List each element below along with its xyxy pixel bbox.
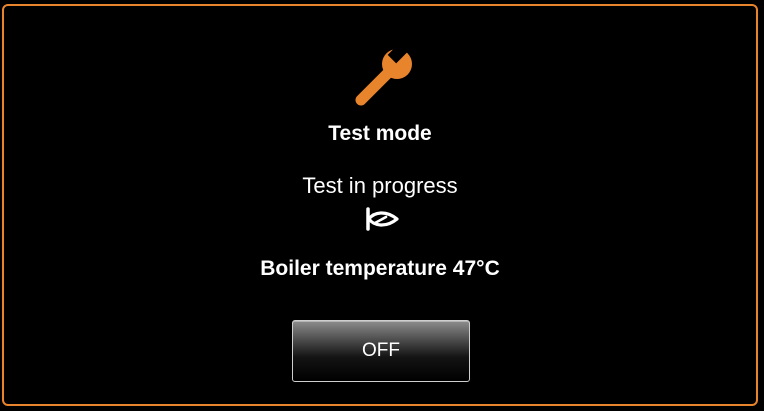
burner-flame-icon bbox=[366, 207, 399, 231]
status-text: Test in progress bbox=[302, 173, 458, 198]
dialog-title: Test mode bbox=[328, 122, 432, 145]
test-mode-dialog: Test mode Test in progress Boiler temper… bbox=[2, 4, 758, 406]
off-button-label: OFF bbox=[362, 340, 400, 361]
boiler-temperature: Boiler temperature 47°C bbox=[260, 257, 500, 280]
wrench-icon bbox=[355, 42, 412, 106]
screen: Test mode Test in progress Boiler temper… bbox=[0, 0, 764, 411]
off-button[interactable]: OFF bbox=[292, 320, 470, 382]
